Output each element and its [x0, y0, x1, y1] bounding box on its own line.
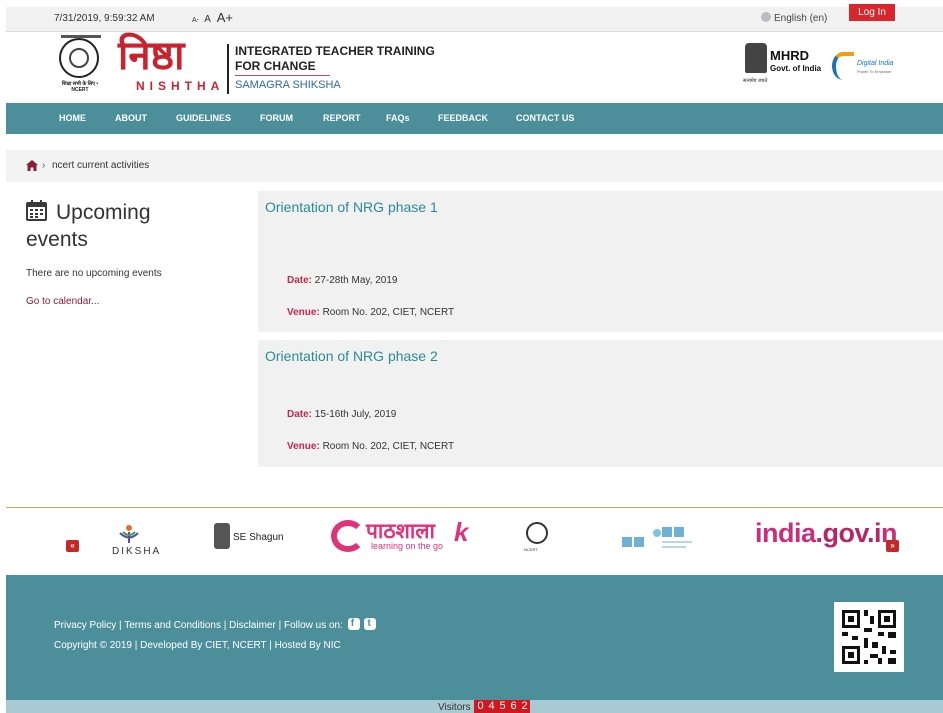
digital-india-icon[interactable]: [832, 52, 854, 80]
nav-faqs[interactable]: FAQs: [386, 113, 410, 123]
breadcrumb: › ncert current activities: [6, 150, 943, 182]
header-title-line2: FOR CHANGE: [235, 59, 316, 73]
event-date-label: Date:: [287, 409, 313, 420]
site-header: शिक्षा सभी के लिए • NCERT निष्ठा NISHTHA…: [6, 32, 943, 102]
visitor-counter: 0 4 5 6 2: [474, 700, 530, 713]
language-label: English (en): [774, 13, 828, 24]
nav-contact-us[interactable]: CONTACT US: [516, 113, 574, 123]
shagun-logo-label[interactable]: SE Shagun: [233, 532, 284, 543]
visitors-label: Visitors: [438, 702, 471, 713]
event-date-value: 27-28th May, 2019: [314, 275, 398, 286]
event-date-label: Date:: [287, 275, 313, 286]
nav-report[interactable]: REPORT: [323, 113, 361, 123]
breadcrumb-separator: ›: [42, 160, 46, 171]
calendar-icon: [26, 200, 47, 221]
footer-separator: |: [278, 620, 282, 631]
no-events-message: There are no upcoming events: [26, 268, 162, 279]
event-date: Date: 27-28th May, 2019: [287, 275, 397, 286]
facebook-icon[interactable]: f: [347, 618, 360, 630]
partner-strip-divider: [6, 507, 943, 508]
terms-link[interactable]: Terms and Conditions: [124, 620, 221, 631]
footer-links: Privacy Policy | Terms and Conditions | …: [54, 618, 377, 631]
top-utility-bar: 7/31/2019, 9:59:32 AM A- A A+ English (e…: [6, 7, 943, 32]
event-venue-label: Venue:: [287, 307, 320, 318]
footer-separator: |: [119, 620, 122, 631]
home-icon[interactable]: [26, 160, 38, 171]
follow-us-label: Follow us on:: [283, 620, 343, 631]
header-subtitle: SAMAGRA SHIKSHA: [235, 79, 341, 91]
nishtha-logo-hindi[interactable]: निष्ठा: [118, 34, 184, 78]
event-venue: Venue: Room No. 202, CIET, NCERT: [287, 307, 454, 318]
language-selector[interactable]: English (en): [761, 12, 827, 24]
upcoming-events-title-line2: events: [26, 228, 88, 251]
event-title[interactable]: Orientation of NRG phase 2: [265, 348, 438, 364]
carousel-prev-button[interactable]: «: [66, 540, 79, 552]
event-card: Orientation of NRG phase 2 Date: 15-16th…: [258, 340, 943, 467]
nav-guidelines[interactable]: GUIDELINES: [176, 113, 231, 123]
visitor-digit: 2: [521, 700, 528, 712]
nav-forum[interactable]: FORUM: [260, 113, 293, 123]
header-title-underline: [235, 75, 330, 76]
breadcrumb-current: ncert current activities: [52, 160, 150, 171]
india-gov-label-2: .gov.i: [815, 518, 882, 548]
header-divider: [227, 44, 229, 94]
india-gov-logo[interactable]: india.gov.in: [755, 518, 898, 549]
copyright-text: Copyright © 2019 | Developed By CIET, NC…: [54, 640, 341, 651]
event-date: Date: 15-16th July, 2019: [287, 409, 396, 420]
visitor-digit: 0: [477, 700, 484, 712]
ncert-emblem-icon: [59, 38, 99, 78]
go-to-calendar-link[interactable]: Go to calendar...: [26, 296, 99, 307]
digital-india-label[interactable]: Digital India: [857, 60, 894, 67]
upcoming-events-title: Upcoming: [56, 201, 151, 224]
event-venue: Venue: Room No. 202, CIET, NCERT: [287, 441, 454, 452]
digital-india-tagline: Power To Empower: [857, 69, 892, 74]
diksha-logo-label[interactable]: DIKSHA: [112, 546, 161, 557]
header-title-line1: INTEGRATED TEACHER TRAINING: [235, 44, 435, 58]
ncert-logo-icon[interactable]: [526, 522, 548, 544]
nav-feedback[interactable]: FEEDBACK: [438, 113, 488, 123]
nav-about[interactable]: ABOUT: [115, 113, 147, 123]
main-navigation: HOME ABOUT GUIDELINES FORUM REPORT FAQs …: [6, 103, 943, 134]
font-normal-button[interactable]: A: [204, 14, 211, 25]
visitor-digit: 5: [499, 700, 506, 712]
national-emblem-caption: सत्यमेव जयते: [743, 78, 768, 84]
shagun-emblem-icon: [214, 523, 230, 549]
nishtha-logo-english[interactable]: NISHTHA: [136, 79, 224, 93]
current-datetime: 7/31/2019, 9:59:32 AM: [54, 13, 155, 24]
mhrd-logo-title[interactable]: MHRD: [770, 48, 809, 63]
epathshala-e-icon[interactable]: [331, 520, 365, 552]
event-date-value: 15-16th July, 2019: [314, 409, 397, 420]
footer-separator: |: [223, 620, 227, 631]
epathshala-tagline: learning on the go: [371, 541, 444, 551]
site-footer: Privacy Policy | Terms and Conditions | …: [6, 575, 943, 700]
disclaimer-link[interactable]: Disclaimer: [229, 620, 276, 631]
qr-code-icon: [834, 602, 904, 672]
twitter-icon[interactable]: t: [364, 618, 377, 630]
nav-home[interactable]: HOME: [59, 113, 86, 123]
event-card: Orientation of NRG phase 1 Date: 27-28th…: [258, 191, 943, 332]
font-decrease-button[interactable]: A-: [192, 17, 199, 24]
ncert-emblem-caption: शिक्षा सभी के लिए • NCERT: [61, 81, 99, 93]
globe-icon: [761, 12, 771, 22]
privacy-policy-link[interactable]: Privacy Policy: [54, 620, 116, 631]
font-size-controls: A- A A+: [192, 10, 236, 25]
carousel-next-button[interactable]: »: [886, 540, 899, 552]
india-gov-label-1: india: [755, 518, 816, 548]
mhrd-logo-subtitle[interactable]: Govt. of India: [770, 64, 821, 73]
event-venue-value: Room No. 202, CIET, NCERT: [322, 307, 455, 318]
ncert-logo-caption: NCERT: [524, 547, 538, 552]
event-title[interactable]: Orientation of NRG phase 1: [265, 199, 438, 215]
event-venue-value: Room No. 202, CIET, NCERT: [322, 441, 455, 452]
login-button[interactable]: Log In: [849, 4, 895, 21]
font-increase-button[interactable]: A+: [217, 10, 233, 25]
national-emblem-icon: [745, 43, 767, 73]
nroer-logo-icon[interactable]: [620, 527, 696, 553]
diksha-logo-icon[interactable]: [118, 524, 140, 544]
visitor-digit: 4: [488, 700, 495, 712]
epathshala-k-icon: k: [454, 517, 469, 547]
visitor-digit: 6: [510, 700, 517, 712]
event-venue-label: Venue:: [287, 441, 320, 452]
